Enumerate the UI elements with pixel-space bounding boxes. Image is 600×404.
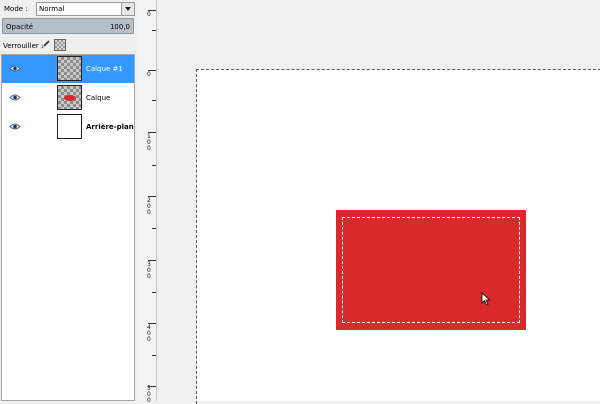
layer-row-calque[interactable]: Calque bbox=[2, 84, 134, 112]
brush-icon[interactable] bbox=[40, 40, 50, 50]
lock-row: Verrouiller : bbox=[0, 38, 138, 52]
layers-panel: Mode : Normal Opacité 100,0 Verrouiller … bbox=[0, 0, 139, 401]
layer-row-arriere-plan[interactable]: Arrière-plan bbox=[2, 113, 134, 141]
layer-name[interactable]: Calque bbox=[86, 94, 110, 102]
layer-name[interactable]: Arrière-plan bbox=[86, 123, 134, 131]
mode-label: Mode : bbox=[4, 5, 28, 13]
ruler-label: 0 bbox=[147, 71, 151, 78]
mode-value: Normal bbox=[39, 5, 65, 13]
eye-icon[interactable] bbox=[9, 64, 21, 73]
ruler-label: 4 0 0 bbox=[147, 324, 151, 343]
red-shape-thumbnail-icon bbox=[64, 95, 76, 101]
eye-icon[interactable] bbox=[9, 93, 21, 102]
eye-icon[interactable] bbox=[9, 122, 21, 131]
layers-list: Calque #1 Calque Arrière-plan bbox=[1, 54, 135, 401]
ruler-label: 2 0 0 bbox=[147, 197, 151, 216]
mode-row: Mode : Normal bbox=[0, 1, 138, 17]
ruler-label: 1 0 0 bbox=[147, 133, 151, 152]
layer-thumbnail bbox=[57, 56, 82, 81]
opacity-slider[interactable]: Opacité 100,0 bbox=[2, 18, 134, 34]
ruler-label: 5 0 0 bbox=[147, 385, 151, 404]
layer-thumbnail bbox=[57, 114, 82, 139]
layer-row-calque-1[interactable]: Calque #1 bbox=[2, 55, 134, 83]
vertical-ruler[interactable]: 0 0 1 0 0 2 0 0 3 0 0 4 0 0 5 0 0 bbox=[138, 0, 157, 404]
lock-label: Verrouiller : bbox=[3, 42, 44, 50]
mouse-cursor-icon bbox=[481, 292, 491, 306]
chevron-down-icon[interactable] bbox=[121, 3, 134, 15]
ruler-label: 0 bbox=[147, 11, 151, 18]
layer-name[interactable]: Calque #1 bbox=[86, 65, 123, 73]
layer-thumbnail bbox=[57, 85, 82, 110]
selection-marquee[interactable] bbox=[342, 217, 520, 323]
ruler-label: 3 0 0 bbox=[147, 261, 151, 280]
alpha-lock-icon[interactable] bbox=[54, 39, 66, 51]
canvas-area[interactable] bbox=[157, 0, 600, 404]
mode-dropdown[interactable]: Normal bbox=[36, 2, 135, 16]
opacity-label: Opacité bbox=[6, 23, 34, 31]
opacity-value: 100,0 bbox=[109, 23, 130, 31]
